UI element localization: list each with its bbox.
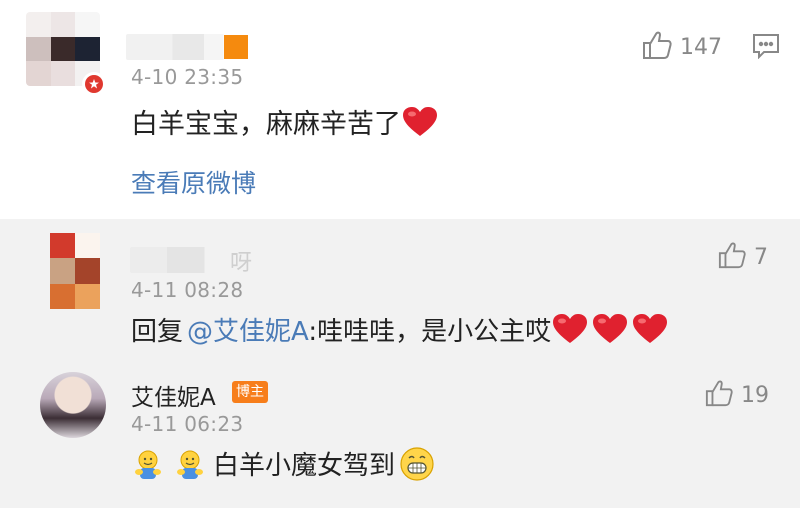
reply-username-visible: 呀 [230,251,253,276]
author-reply-body: 白羊小魔女驾到 [213,451,396,481]
heart-icon [633,314,668,344]
author-avatar[interactable] [40,372,106,438]
replies-section: 呀 4-11 08:28 回复 @艾佳妮A:哇哇哇，是小公主哎 7 艾佳妮A 博主… [0,219,800,508]
thumbs-up-icon [718,241,746,273]
mention-link[interactable]: @艾佳妮A [187,317,308,347]
reply-time: 4-11 08:28 [131,278,244,302]
comment-text: 白羊宝宝，麻麻辛苦了 [131,102,437,141]
author-like-button[interactable]: 19 [705,379,769,411]
hug-emoji-icon [173,448,207,489]
heart-icon [553,314,588,344]
thumbs-up-icon [642,30,672,64]
author-name[interactable]: 艾佳妮A [131,378,216,412]
reply-prefix: 回复 [131,317,184,347]
view-original-link[interactable]: 查看原微博 [131,164,256,200]
username-blur-orange [224,35,248,59]
host-badge: 博主 [232,381,268,403]
author-reply-time: 4-11 06:23 [131,412,244,436]
author-like-count: 19 [741,382,769,408]
hug-emoji-icon [131,448,165,489]
reply-like-count: 7 [754,244,768,270]
like-count: 147 [680,34,722,60]
verified-badge-icon [82,72,106,96]
thumbs-up-icon [705,379,733,411]
reply-avatar[interactable] [50,233,100,309]
comment-text-body: 白羊宝宝，麻麻辛苦了 [131,109,401,140]
heart-icon [593,314,628,344]
reply-body: :哇哇哇，是小公主哎 [308,317,552,347]
author-reply-text: 白羊小魔女驾到 [131,445,435,489]
reply-like-button[interactable]: 7 [718,241,768,273]
comment-icon[interactable] [752,33,780,63]
grin-emoji-icon [399,446,435,489]
heart-icon [403,107,437,137]
main-comment: 4-10 23:35 白羊宝宝，麻麻辛苦了 147 查看原微博 [0,0,800,219]
like-button[interactable]: 147 [642,30,722,64]
reply-text: 回复 @艾佳妮A:哇哇哇，是小公主哎 [131,311,668,348]
comment-time: 4-10 23:35 [131,65,244,89]
